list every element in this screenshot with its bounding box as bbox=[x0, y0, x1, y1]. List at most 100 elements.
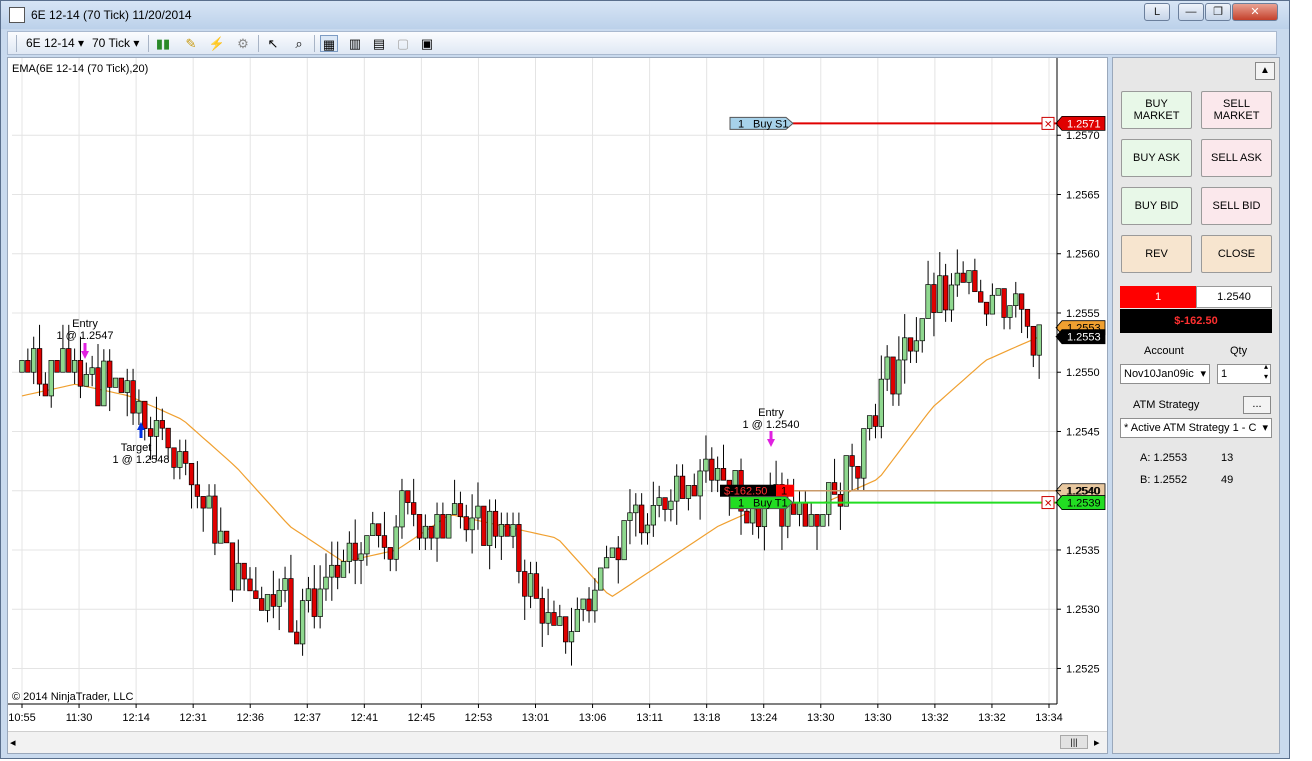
candle-body bbox=[802, 502, 808, 527]
bar-type-icon[interactable]: ▮▮ bbox=[154, 35, 172, 52]
candle-body bbox=[364, 535, 370, 555]
candle-body bbox=[609, 547, 616, 558]
candle-body bbox=[241, 562, 247, 580]
candle-body bbox=[440, 514, 446, 539]
horizontal-scrollbar[interactable]: ◂ ||| ▸ bbox=[8, 731, 1107, 753]
chevron-down-icon: ▾ bbox=[133, 36, 140, 50]
scroll-left-arrow-icon[interactable]: ◂ bbox=[10, 736, 16, 749]
link-button[interactable]: L bbox=[1144, 3, 1170, 21]
candle-body bbox=[124, 380, 130, 393]
reverse-button[interactable]: REV bbox=[1121, 235, 1192, 273]
candle-body bbox=[270, 594, 277, 607]
candle-body bbox=[492, 510, 499, 537]
x-tick-label: 13:06 bbox=[579, 712, 607, 724]
candle-body bbox=[837, 494, 844, 507]
buy-bid-button[interactable]: BUY BID bbox=[1121, 187, 1192, 225]
candle-body bbox=[814, 514, 820, 527]
entry1-label: Entry bbox=[72, 318, 98, 330]
atm-strategy-label: ATM Strategy bbox=[1133, 399, 1200, 411]
candle-body bbox=[188, 462, 195, 486]
scroll-right-arrow-icon[interactable]: ▸ bbox=[1094, 736, 1100, 749]
stepper-arrows-icon[interactable]: ▴ ▾ bbox=[1264, 365, 1268, 382]
candle-body bbox=[212, 495, 218, 544]
panel-layout-icon[interactable]: ▣ bbox=[418, 35, 436, 52]
entry2-label: Entry bbox=[758, 407, 784, 419]
candle-body bbox=[276, 590, 282, 607]
cancel-stop-glyph: ✕ bbox=[1044, 119, 1052, 130]
sell-bid-button[interactable]: SELL BID bbox=[1201, 187, 1272, 225]
interval-label: 70 Tick bbox=[92, 36, 131, 50]
candle-body bbox=[574, 608, 580, 632]
scroll-thumb[interactable]: ||| bbox=[1060, 735, 1088, 749]
chart-trader-icon[interactable]: ▦ bbox=[320, 35, 338, 52]
close-position-button[interactable]: CLOSE bbox=[1201, 235, 1272, 273]
candle-body bbox=[411, 502, 417, 515]
atm-strategy-select[interactable]: * Active ATM Strategy 1 - C ▾ bbox=[1120, 418, 1272, 438]
chevron-down-icon: ▾ bbox=[1260, 419, 1268, 437]
strategy-icon[interactable]: ⚙ bbox=[234, 35, 252, 52]
title-bar[interactable]: 6E 12-14 (70 Tick) 11/20/2014 L — ❐ ✕ bbox=[1, 1, 1289, 29]
properties-icon[interactable]: ▤ bbox=[370, 35, 388, 52]
y-tick-label: 1.2535 bbox=[1066, 545, 1100, 557]
account-select[interactable]: Nov10Jan09ic ▾ bbox=[1120, 364, 1210, 384]
candle-body bbox=[1018, 293, 1025, 310]
candle-body bbox=[995, 288, 1001, 296]
qty-label: Qty bbox=[1230, 345, 1248, 357]
candle-body bbox=[720, 468, 727, 481]
candle-body bbox=[428, 525, 434, 539]
interval-selector[interactable]: 70 Tick ▾ bbox=[92, 35, 139, 52]
candle-body bbox=[638, 504, 645, 534]
target-order-qty: 1 bbox=[738, 498, 744, 510]
restore-button[interactable]: ❐ bbox=[1205, 3, 1231, 21]
candle-body bbox=[1013, 293, 1019, 306]
candle-body bbox=[311, 588, 317, 617]
candle-body bbox=[878, 378, 884, 427]
atm-more-button[interactable]: ... bbox=[1243, 396, 1271, 414]
candle-body bbox=[107, 360, 113, 388]
sell-ask-button[interactable]: SELL ASK bbox=[1201, 139, 1272, 177]
candle-body bbox=[703, 458, 709, 472]
unrealized-pnl: $-162.50 bbox=[1120, 309, 1272, 333]
candle-body bbox=[25, 360, 31, 373]
collapse-panel-icon[interactable]: ▲ bbox=[1255, 62, 1275, 80]
candle-body bbox=[446, 514, 452, 539]
target1-arrow-icon-stem bbox=[139, 430, 143, 438]
candle-body bbox=[387, 547, 393, 560]
candle-body bbox=[159, 420, 165, 429]
data-box-icon[interactable]: ▥ bbox=[346, 35, 364, 52]
minimize-button[interactable]: — bbox=[1178, 3, 1204, 21]
candle-body bbox=[826, 482, 832, 515]
candle-body bbox=[463, 516, 469, 531]
candle-body bbox=[978, 291, 984, 303]
buy-market-button[interactable]: BUY MARKET bbox=[1121, 91, 1192, 129]
snapshot-icon[interactable]: ▢ bbox=[394, 35, 412, 52]
pencil-icon[interactable]: ✎ bbox=[182, 35, 200, 52]
candle-body bbox=[19, 360, 25, 373]
close-window-button[interactable]: ✕ bbox=[1232, 3, 1278, 21]
chart-panel[interactable]: 1 Buy S1 ✕ 1.2571 $-162.50 1 1.2540 1 Buy T1 ✕ 1.2… bbox=[7, 57, 1108, 754]
instrument-selector[interactable]: 6E 12-14 ▾ bbox=[26, 35, 84, 52]
candle-body bbox=[551, 612, 557, 626]
qty-stepper[interactable]: 1 ▴ ▾ bbox=[1217, 364, 1271, 384]
window-title: 6E 12-14 (70 Tick) 11/20/2014 bbox=[31, 8, 192, 22]
candle-body bbox=[527, 573, 534, 597]
price-chart[interactable]: 1 Buy S1 ✕ 1.2571$-162.50 1 1.25401 Buy T1 ✕ 1.2… bbox=[8, 58, 1107, 730]
candle-body bbox=[136, 400, 142, 414]
candle-body bbox=[516, 524, 522, 572]
candle-body bbox=[627, 512, 633, 521]
candle-body bbox=[223, 530, 230, 544]
buy-ask-button[interactable]: BUY ASK bbox=[1121, 139, 1192, 177]
candle-body bbox=[77, 360, 84, 387]
x-tick-label: 13:18 bbox=[693, 712, 721, 724]
zoom-icon[interactable]: ⌕ bbox=[290, 35, 308, 52]
add-indicator-icon[interactable]: ⚡ bbox=[208, 35, 226, 52]
candle-body bbox=[644, 524, 651, 534]
x-tick-label: 13:32 bbox=[921, 712, 949, 724]
candle-body bbox=[399, 490, 405, 528]
candle-body bbox=[849, 455, 855, 467]
copyright-text: © 2014 NinjaTrader, LLC bbox=[12, 691, 134, 703]
bid-size: 49 bbox=[1221, 474, 1234, 486]
sell-market-button[interactable]: SELL MARKET bbox=[1201, 91, 1272, 129]
candle-body bbox=[714, 468, 721, 481]
cursor-icon[interactable]: ↖ bbox=[264, 35, 282, 52]
